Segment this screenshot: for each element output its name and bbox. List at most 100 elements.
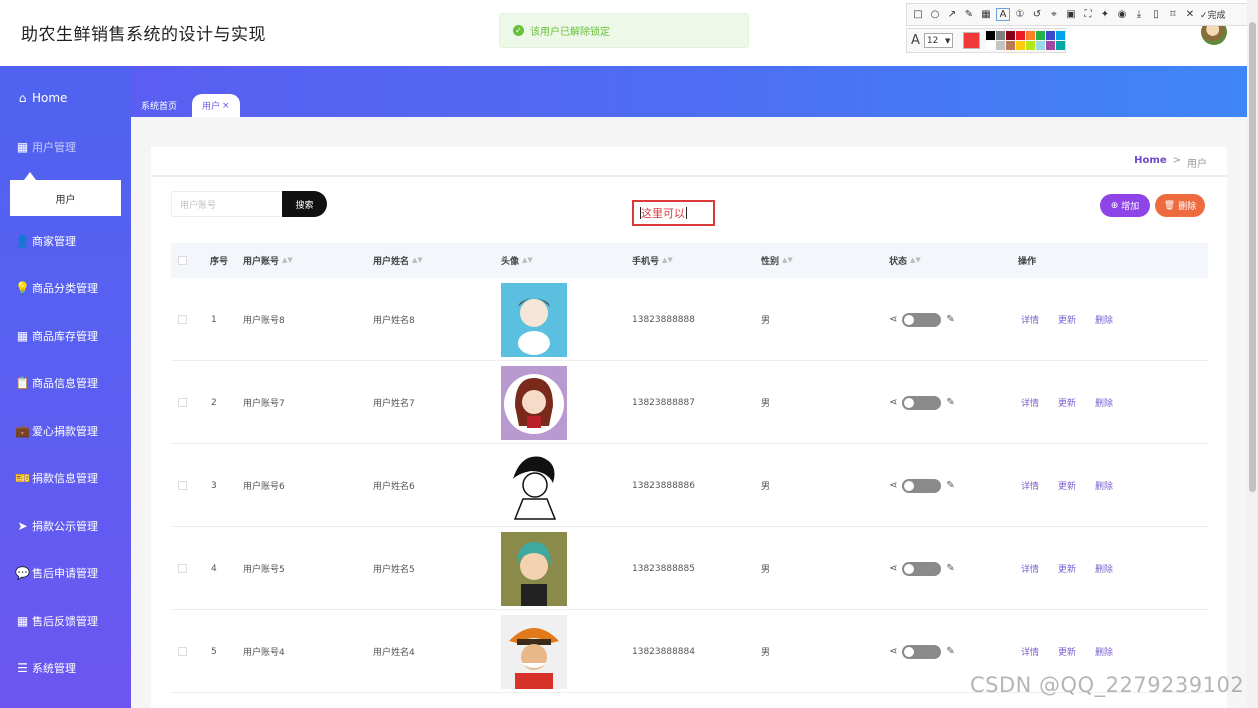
detail-button[interactable]: 详情 [1021,645,1039,658]
row-checkbox[interactable] [178,610,187,693]
avatar-image[interactable] [501,531,567,606]
sidebar-item-home[interactable]: ⌂ Home [0,83,131,113]
header-status[interactable]: 状态 ▲▼ [889,243,921,278]
color-swatch[interactable] [996,31,1005,40]
lock-toggle[interactable] [902,644,942,659]
download-icon[interactable]: ⤓ [1132,9,1146,20]
delete-button[interactable]: 删除 [1095,645,1113,658]
lock-toggle[interactable] [902,312,942,327]
text-icon[interactable]: A [996,8,1010,21]
header-avatar[interactable]: 头像 ▲▼ [501,243,533,278]
edit-icon[interactable]: ✎ [946,563,954,574]
sidebar-item[interactable]: 📋 商品信息管理 [0,368,131,398]
color-swatch[interactable] [1046,41,1055,50]
delete-button[interactable]: 删除 [1095,313,1113,326]
search-input[interactable]: 用户账号 [171,191,283,217]
edit-icon[interactable]: ✎ [946,646,954,657]
row-checkbox[interactable] [178,527,187,610]
detail-button[interactable]: 详情 [1021,396,1039,409]
tab-home[interactable]: 系统首页 [131,94,187,117]
update-button[interactable]: 更新 [1058,396,1076,409]
update-button[interactable]: 更新 [1058,645,1076,658]
close-icon[interactable]: ✕ [1183,9,1197,20]
pin-top-icon[interactable]: ✦ [1098,9,1112,20]
sidebar-item[interactable]: 💼 爱心捐款管理 [0,416,131,446]
avatar-image[interactable] [501,448,567,523]
row-checkbox[interactable] [178,444,187,527]
arrow-icon[interactable]: ↗ [945,9,959,20]
lock-toggle[interactable] [902,395,942,410]
sidebar-item[interactable]: ▦ 用户管理 [0,132,131,162]
color-swatch[interactable] [1036,31,1045,40]
color-swatch[interactable] [1046,31,1055,40]
ocr-icon[interactable]: ▣ [1064,9,1078,20]
color-swatch[interactable] [1016,31,1025,40]
phone-icon[interactable]: ▯ [1149,9,1163,20]
add-button[interactable]: ⊕ 增加 [1100,194,1150,217]
sidebar-item[interactable]: ▦ 商品库存管理 [0,321,131,351]
detail-button[interactable]: 详情 [1021,479,1039,492]
crop-icon[interactable]: ⛶ [1081,9,1095,20]
active-color-swatch[interactable] [963,32,980,49]
color-swatch[interactable] [1006,41,1015,50]
color-swatch[interactable] [1006,31,1015,40]
page-scrollbar[interactable] [1247,0,1258,708]
record-icon[interactable]: ◉ [1115,9,1129,20]
breadcrumb-home[interactable]: Home [1134,155,1166,170]
color-swatch[interactable] [996,41,1005,50]
avatar-image[interactable] [501,365,567,440]
lock-toggle[interactable] [902,478,942,493]
avatar-image[interactable] [501,614,567,689]
color-swatch[interactable] [986,41,995,50]
sidebar-item[interactable]: 💡 商品分类管理 [0,273,131,303]
color-swatch[interactable] [1056,31,1065,40]
sidebar-subitem-user[interactable]: 用户 [10,172,121,216]
delete-button[interactable]: 删除 [1095,562,1113,575]
sidebar-item[interactable]: 👤 商家管理 [0,226,131,256]
done-button[interactable]: ✓完成 [1200,8,1226,21]
edit-icon[interactable]: ✎ [946,480,954,491]
scrollbar-thumb[interactable] [1249,22,1256,492]
lock-toggle[interactable] [902,561,942,576]
header-phone[interactable]: 手机号 ▲▼ [632,243,673,278]
number-icon[interactable]: ① [1013,9,1027,20]
delete-button[interactable]: 删除 [1095,396,1113,409]
text-annotation[interactable]: 这里可以 [632,200,715,226]
row-checkbox[interactable] [178,278,187,361]
detail-button[interactable]: 详情 [1021,562,1039,575]
bookmark-icon[interactable]: ⌑ [1166,9,1180,20]
color-swatch[interactable] [1026,41,1035,50]
avatar-image[interactable] [501,282,567,357]
update-button[interactable]: 更新 [1058,313,1076,326]
tab-user[interactable]: 用户 × [192,94,240,117]
row-checkbox[interactable] [178,361,187,444]
rect-icon[interactable]: □ [911,9,925,20]
edit-icon[interactable]: ✎ [946,314,954,325]
edit-icon[interactable]: ✎ [946,397,954,408]
color-swatch[interactable] [986,31,995,40]
mosaic-icon[interactable]: ▦ [979,9,993,20]
color-swatch[interactable] [1056,41,1065,50]
tab-close-icon[interactable]: × [222,101,230,111]
color-swatch[interactable] [1036,41,1045,50]
color-swatch[interactable] [1026,31,1035,40]
delete-button[interactable]: 删除 [1095,479,1113,492]
header-name[interactable]: 用户姓名 ▲▼ [373,243,423,278]
undo-icon[interactable]: ↺ [1030,9,1044,20]
pin-icon[interactable]: ⌖ [1047,9,1061,20]
update-button[interactable]: 更新 [1058,562,1076,575]
select-all-checkbox[interactable] [178,243,187,278]
update-button[interactable]: 更新 [1058,479,1076,492]
batch-delete-button[interactable]: 🗑 删除 [1155,194,1205,217]
ellipse-icon[interactable]: ○ [928,9,942,20]
sidebar-item[interactable]: ➤ 捐款公示管理 [0,511,131,541]
sidebar-item[interactable]: 💬 售后申请管理 [0,558,131,588]
header-gender[interactable]: 性别 ▲▼ [761,243,793,278]
sidebar-item[interactable]: ☰ 系统管理 [0,653,131,683]
header-account[interactable]: 用户账号 ▲▼ [243,243,293,278]
search-button[interactable]: 搜索 [282,191,327,217]
font-size-select[interactable]: 12 ▼ [923,33,954,48]
sidebar-item[interactable]: 🎫 捐款信息管理 [0,463,131,493]
detail-button[interactable]: 详情 [1021,313,1039,326]
pen-icon[interactable]: ✎ [962,9,976,20]
